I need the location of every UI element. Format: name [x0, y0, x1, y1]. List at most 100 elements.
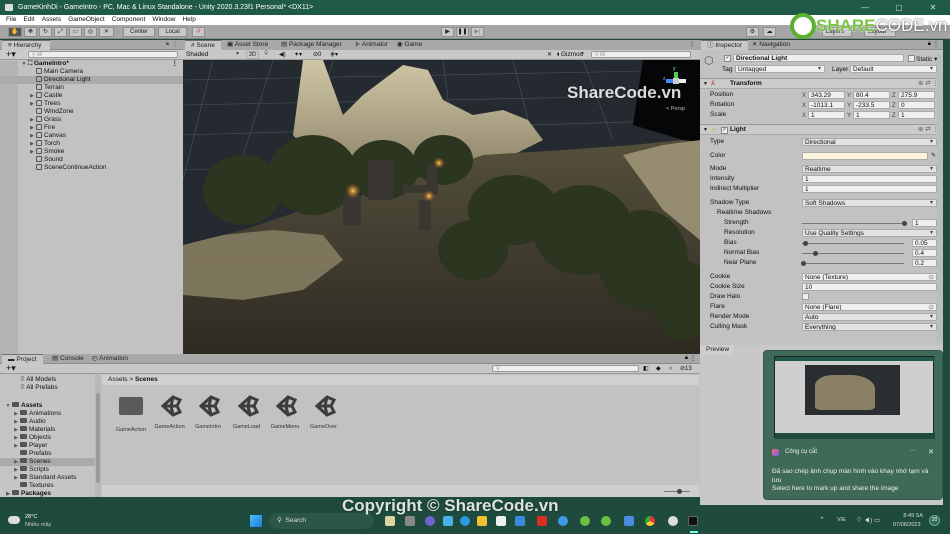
- component-menu-icons[interactable]: ⊛ ⇄ ⋮: [918, 79, 939, 89]
- unity-hub-icon[interactable]: [668, 516, 678, 526]
- rotate-tool-button[interactable]: ↻: [39, 27, 52, 37]
- project-folder-materials[interactable]: ▶ Materials: [0, 426, 100, 434]
- grid-snap-button[interactable]: #: [192, 27, 205, 37]
- project-folder-objects[interactable]: ▶ Objects: [0, 434, 100, 442]
- menu-edit[interactable]: Edit: [23, 15, 34, 25]
- shading-mode-dropdown[interactable]: Shaded: [184, 51, 242, 59]
- rotation-z-input[interactable]: 0: [898, 101, 935, 109]
- light-foldout-icon[interactable]: ▼: [703, 125, 708, 135]
- project-folder-assets[interactable]: ▼ Assets: [0, 402, 100, 410]
- lock-icon[interactable]: 🔒︎: [166, 41, 169, 48]
- expand-arrow-icon[interactable]: ▶: [12, 426, 20, 434]
- expand-arrow-icon[interactable]: ▶: [28, 148, 36, 156]
- edge-browser-icon[interactable]: [460, 516, 470, 526]
- perspective-label[interactable]: < Persp: [666, 106, 685, 112]
- hierarchy-item-terrain[interactable]: Terrain: [0, 84, 183, 92]
- 2d-toggle[interactable]: 2D: [246, 51, 259, 59]
- asset-scene-gameload[interactable]: GameLoad: [227, 394, 267, 430]
- show-hidden-icons-chevron[interactable]: ⌃: [819, 516, 825, 524]
- draw-halo-checkbox[interactable]: [802, 293, 809, 300]
- tab-package-manager[interactable]: ▤ Package Manager: [275, 40, 348, 50]
- project-folder-audio[interactable]: ▶ Audio: [0, 418, 100, 426]
- object-picker-icon[interactable]: ⊙: [929, 304, 934, 310]
- x-axis-label[interactable]: X: [802, 111, 806, 121]
- wps-office-icon[interactable]: [537, 516, 547, 526]
- asset-scene-gameintro[interactable]: GameIntro: [188, 394, 228, 430]
- notification-badge[interactable]: 20: [929, 515, 940, 526]
- taskbar-widget-icon[interactable]: [385, 516, 395, 526]
- chrome-icon[interactable]: [645, 516, 655, 526]
- scale-tool-button[interactable]: ⤢: [54, 27, 67, 37]
- project-folder-packages[interactable]: ▶ Packages: [0, 490, 100, 498]
- expand-arrow-icon[interactable]: ▶: [28, 100, 36, 108]
- hand-tool-button[interactable]: ✋: [8, 27, 22, 37]
- grid-toggle-icon[interactable]: ⋕▾: [330, 51, 338, 58]
- move-tool-button[interactable]: ✥: [24, 27, 37, 37]
- project-folder-scenes[interactable]: ▶ Scenes: [0, 458, 100, 466]
- mode-dropdown[interactable]: Realtime: [802, 165, 937, 173]
- rotation-label[interactable]: Rotation: [710, 100, 734, 110]
- shadow-type-dropdown[interactable]: Soft Shadows: [802, 199, 937, 207]
- custom-tool-button[interactable]: ✕: [99, 27, 114, 37]
- audio-toggle-icon[interactable]: ◀): [279, 51, 286, 58]
- light-header[interactable]: ▼ ☼ ✓ Light ⊛ ⇄ ⋮: [700, 124, 943, 135]
- microsoft-store-icon[interactable]: [496, 516, 506, 526]
- hierarchy-search-input[interactable]: ⚲ All: [28, 51, 178, 58]
- intensity-input[interactable]: 1: [802, 175, 937, 183]
- icon-size-slider-knob[interactable]: [677, 489, 682, 494]
- expand-arrow-icon[interactable]: ▶: [28, 140, 36, 148]
- hidden-packages-icon[interactable]: ⊘13: [680, 365, 692, 372]
- app-green-icon-2[interactable]: [601, 516, 611, 526]
- project-folder-prefabs[interactable]: Prefabs: [0, 450, 100, 458]
- rect-tool-button[interactable]: ▭: [69, 27, 82, 37]
- project-kebab-icon[interactable]: ⋮: [690, 355, 696, 362]
- bias-input[interactable]: 0.05: [912, 239, 937, 247]
- hierarchy-item-canvas[interactable]: ▶ Canvas: [0, 132, 183, 140]
- weather-desc[interactable]: Nhiều mây: [25, 522, 51, 528]
- favorite-all-prefabs[interactable]: ⚲ All Prefabs: [0, 384, 100, 392]
- scale-z-input[interactable]: 1: [898, 111, 935, 119]
- expand-arrow-icon[interactable]: ▼: [4, 402, 12, 410]
- project-folder-standard-assets[interactable]: ▶ Standard Assets: [0, 474, 100, 482]
- task-view-icon[interactable]: [405, 516, 415, 526]
- static-dropdown[interactable]: Static ▾: [916, 55, 937, 63]
- hierarchy-item-windzone[interactable]: WindZone: [0, 108, 183, 116]
- position-x-input[interactable]: 343.29: [808, 91, 845, 99]
- tab-animator[interactable]: ⊱ Animator: [349, 40, 394, 50]
- notepad-icon[interactable]: [624, 516, 634, 526]
- hierarchy-item-grass[interactable]: ▶ Grass: [0, 116, 183, 124]
- hierarchy-item-fire[interactable]: ▶ Fire: [0, 124, 183, 132]
- scale-x-input[interactable]: 1: [808, 111, 845, 119]
- asset-scene-gameover[interactable]: GameOver: [304, 394, 344, 430]
- flare-object-field[interactable]: None (Flare) ⊙: [802, 303, 937, 311]
- menu-assets[interactable]: Assets: [42, 15, 62, 25]
- play-button[interactable]: ▶: [441, 27, 454, 37]
- file-explorer-icon[interactable]: [477, 516, 487, 526]
- eyedropper-icon[interactable]: ✎: [931, 151, 936, 161]
- services-button[interactable]: ⚙: [746, 27, 759, 37]
- create-plus-icon[interactable]: +▾: [6, 49, 16, 60]
- favorites-star-icon[interactable]: ★: [668, 365, 673, 372]
- scale-label[interactable]: Scale: [710, 110, 726, 120]
- layer-dropdown[interactable]: Default: [850, 65, 937, 73]
- static-checkbox[interactable]: [908, 55, 915, 62]
- safari-like-icon[interactable]: [558, 516, 568, 526]
- expand-arrow-icon[interactable]: ▶: [28, 124, 36, 132]
- expand-arrow-icon[interactable]: ▶: [4, 490, 12, 498]
- breadcrumb-assets[interactable]: Assets: [108, 376, 128, 383]
- color-swatch[interactable]: [802, 152, 928, 160]
- effects-toggle-icon[interactable]: ✦▾: [294, 51, 302, 58]
- tab-inspector[interactable]: ⓘ Inspector: [701, 40, 749, 50]
- project-folder-player[interactable]: ▶ Player: [0, 442, 100, 450]
- project-folder-textures[interactable]: Textures: [0, 482, 100, 490]
- transform-tool-button[interactable]: ◎: [84, 27, 97, 37]
- app-green-icon-1[interactable]: [580, 516, 590, 526]
- asset-scene-gameaction[interactable]: GameAction: [150, 394, 190, 430]
- inspector-lock-icon[interactable]: 🔒︎: [928, 41, 931, 48]
- near-plane-input[interactable]: 0.2: [912, 259, 937, 267]
- toast-action-link[interactable]: Select here to mark up and share the ima…: [772, 485, 937, 492]
- hierarchy-item-castle[interactable]: ▶ Castle: [0, 92, 183, 100]
- tab-asset-store[interactable]: ▣ Asset Store: [221, 40, 274, 50]
- breadcrumb-scenes[interactable]: Scenes: [135, 376, 158, 383]
- light-menu-icons[interactable]: ⊛ ⇄ ⋮: [918, 125, 939, 135]
